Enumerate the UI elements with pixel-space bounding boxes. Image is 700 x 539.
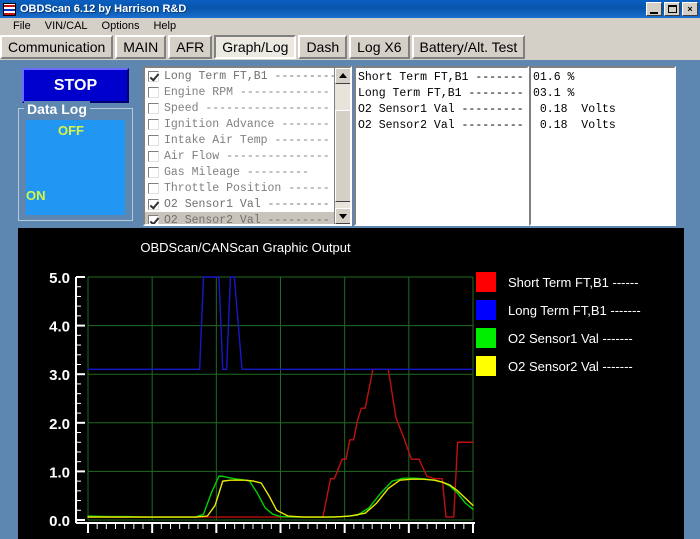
checkbox-icon[interactable] bbox=[148, 167, 159, 178]
stop-button[interactable]: STOP bbox=[22, 68, 129, 103]
window-title: OBDScan 6.12 by Harrison R&D bbox=[20, 3, 186, 15]
close-button[interactable]: × bbox=[682, 2, 698, 16]
legend-swatch-icon bbox=[476, 300, 496, 320]
menu-bar: File VIN/CAL Options Help bbox=[0, 18, 700, 34]
svg-text:5.0: 5.0 bbox=[49, 270, 70, 287]
readout-value: 03.1 % bbox=[531, 86, 674, 102]
graph-panel: OBDScan/CANScan Graphic Output 0.01.02.0… bbox=[18, 228, 684, 539]
tab-bar: Communication MAIN AFR Graph/Log Dash Lo… bbox=[0, 34, 700, 60]
pid-list-item-label: Long Term FT,B1 --------- bbox=[164, 70, 337, 83]
readout-name: O2 Sensor2 Val --------- bbox=[356, 118, 527, 134]
svg-text:3.0: 3.0 bbox=[49, 367, 70, 384]
toggle-label-on: ON bbox=[26, 188, 46, 203]
readout-names-panel: Short Term FT,B1 ------- Long Term FT,B1… bbox=[354, 66, 529, 226]
pid-list-item[interactable]: Gas Mileage --------- bbox=[145, 164, 336, 180]
pid-list-item-label: Intake Air Temp -------- bbox=[164, 134, 330, 147]
checkbox-icon[interactable] bbox=[148, 87, 159, 98]
checkbox-checked-icon[interactable] bbox=[148, 199, 159, 210]
tab-battery-alt-test[interactable]: Battery/Alt. Test bbox=[412, 35, 526, 59]
tab-dash[interactable]: Dash bbox=[298, 35, 347, 59]
app-icon bbox=[3, 3, 16, 16]
checkbox-icon[interactable] bbox=[148, 183, 159, 194]
pid-list-item[interactable]: Intake Air Temp -------- bbox=[145, 132, 336, 148]
tab-log-x6[interactable]: Log X6 bbox=[349, 35, 409, 59]
pid-list-item[interactable]: Throttle Position ------ bbox=[145, 180, 336, 196]
menu-item-help[interactable]: Help bbox=[146, 19, 183, 33]
pid-listbox-scrollbar[interactable] bbox=[334, 68, 350, 224]
checkbox-icon[interactable] bbox=[148, 151, 159, 162]
pid-list-item-label: Ignition Advance ------- bbox=[164, 118, 330, 131]
readout-value: 0.18 Volts bbox=[531, 118, 674, 134]
minimize-button[interactable] bbox=[646, 2, 662, 16]
menu-item-options[interactable]: Options bbox=[95, 19, 147, 33]
readout-values-panel: 01.6 % 03.1 % 0.18 Volts 0.18 Volts bbox=[529, 66, 676, 226]
legend-swatch-icon bbox=[476, 272, 496, 292]
readout-name: O2 Sensor1 Val --------- bbox=[356, 102, 527, 118]
checkbox-icon[interactable] bbox=[148, 119, 159, 130]
readout-value: 0.18 Volts bbox=[531, 102, 674, 118]
pid-list-item-label: Air Flow --------------- bbox=[164, 150, 330, 163]
pid-list-item-label: Throttle Position ------ bbox=[164, 182, 330, 195]
pid-list-item[interactable]: Speed ------------------ bbox=[145, 100, 336, 116]
maximize-button[interactable] bbox=[664, 2, 680, 16]
chart-legend: Short Term FT,B1 ------ Long Term FT,B1 -… bbox=[476, 268, 641, 380]
scroll-up-arrow-icon[interactable] bbox=[335, 68, 351, 84]
tab-main[interactable]: MAIN bbox=[115, 35, 166, 59]
pid-list-item-label: Speed ------------------ bbox=[164, 102, 330, 115]
svg-text:0.0: 0.0 bbox=[49, 513, 70, 530]
legend-item: O2 Sensor2 Val ------- bbox=[476, 352, 641, 380]
svg-text:2.0: 2.0 bbox=[49, 416, 70, 433]
legend-label: O2 Sensor1 Val ------- bbox=[508, 331, 633, 346]
legend-swatch-icon bbox=[476, 328, 496, 348]
pid-list-item[interactable]: Long Term FT,B1 --------- bbox=[145, 68, 336, 84]
tab-communication[interactable]: Communication bbox=[0, 35, 113, 59]
legend-label: Long Term FT,B1 ------- bbox=[508, 303, 641, 318]
checkbox-checked-icon[interactable] bbox=[148, 215, 159, 226]
menu-item-vincal[interactable]: VIN/CAL bbox=[38, 19, 95, 33]
checkbox-checked-icon[interactable] bbox=[148, 71, 159, 82]
pid-list-item-label: O2 Sensor1 Val --------- bbox=[164, 198, 330, 211]
checkbox-icon[interactable] bbox=[148, 103, 159, 114]
obdscan-window: OBDScan 6.12 by Harrison R&D × File VIN/… bbox=[0, 0, 700, 539]
legend-item: Short Term FT,B1 ------ bbox=[476, 268, 641, 296]
pid-list-item-label: O2 Sensor2 Val --------- bbox=[164, 214, 330, 227]
readout-value: 01.6 % bbox=[531, 70, 674, 86]
svg-text:4.0: 4.0 bbox=[49, 319, 70, 336]
legend-item: Long Term FT,B1 ------- bbox=[476, 296, 641, 324]
scroll-down-arrow-icon[interactable] bbox=[335, 208, 351, 224]
legend-label: Short Term FT,B1 ------ bbox=[508, 275, 639, 290]
readout-name: Short Term FT,B1 ------- bbox=[356, 70, 527, 86]
svg-text:1.0: 1.0 bbox=[49, 464, 70, 481]
data-log-group-label: Data Log bbox=[24, 101, 90, 117]
pid-list-item[interactable]: Ignition Advance ------- bbox=[145, 116, 336, 132]
pid-list-item[interactable]: Engine RPM ------------- bbox=[145, 84, 336, 100]
pid-listbox[interactable]: Long Term FT,B1 --------- Engine RPM ----… bbox=[143, 66, 352, 226]
window-buttons: × bbox=[646, 2, 698, 16]
tab-afr[interactable]: AFR bbox=[168, 35, 212, 59]
pid-list-item[interactable]: O2 Sensor1 Val --------- bbox=[145, 196, 336, 212]
pid-list-item[interactable]: Air Flow --------------- bbox=[145, 148, 336, 164]
close-icon: × bbox=[687, 4, 692, 14]
tab-graph-log[interactable]: Graph/Log bbox=[214, 35, 296, 59]
scrollbar-thumb[interactable] bbox=[335, 110, 351, 202]
legend-swatch-icon bbox=[476, 356, 496, 376]
menu-item-file[interactable]: File bbox=[6, 19, 38, 33]
pid-list-item[interactable]: O2 Sensor2 Val --------- bbox=[145, 212, 336, 226]
legend-label: O2 Sensor2 Val ------- bbox=[508, 359, 633, 374]
legend-item: O2 Sensor1 Val ------- bbox=[476, 324, 641, 352]
title-bar: OBDScan 6.12 by Harrison R&D × bbox=[0, 0, 700, 18]
right-edge-strip bbox=[684, 228, 700, 539]
toggle-label-off: OFF bbox=[58, 123, 84, 138]
pid-list-item-label: Gas Mileage --------- bbox=[164, 166, 309, 179]
readout-name: Long Term FT,B1 -------- bbox=[356, 86, 527, 102]
pid-list-item-label: Engine RPM ------------- bbox=[164, 86, 330, 99]
checkbox-icon[interactable] bbox=[148, 135, 159, 146]
